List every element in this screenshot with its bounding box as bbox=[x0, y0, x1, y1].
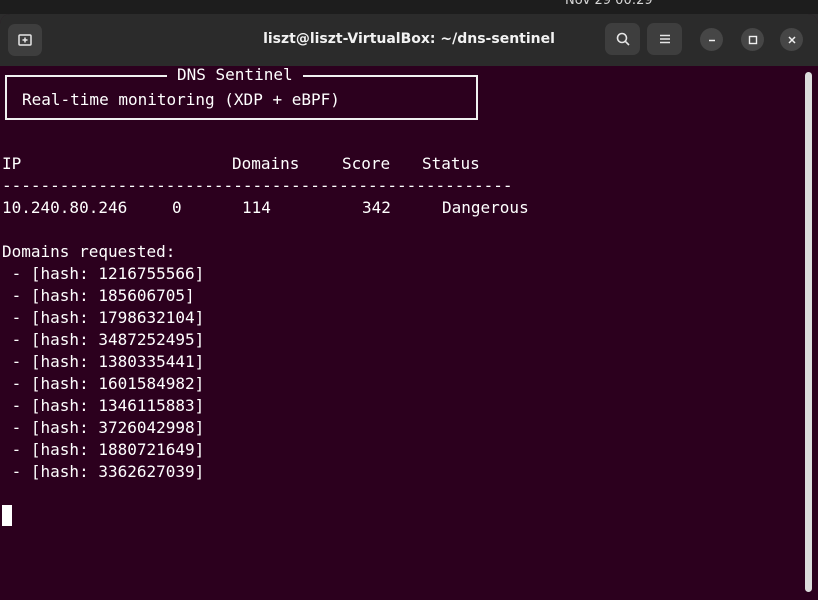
domain-item: - [hash: 1216755566] bbox=[2, 264, 205, 283]
close-icon bbox=[787, 35, 796, 44]
domain-item: - [hash: 3726042998] bbox=[2, 418, 205, 437]
window-title: liszt@liszt-VirtualBox: ~/dns-sentinel bbox=[263, 31, 555, 47]
minimize-icon bbox=[708, 39, 715, 41]
domain-item: - [hash: 1798632104] bbox=[2, 308, 205, 327]
search-button[interactable] bbox=[605, 23, 640, 55]
domain-item: - [hash: 1880721649] bbox=[2, 440, 205, 459]
box-subtitle: Real-time monitoring (XDP + eBPF) bbox=[22, 90, 340, 109]
search-icon bbox=[616, 32, 630, 46]
box-title: DNS Sentinel bbox=[167, 66, 303, 84]
domain-item: - [hash: 185606705] bbox=[2, 286, 195, 305]
title-bar[interactable]: liszt@liszt-VirtualBox: ~/dns-sentinel bbox=[0, 14, 818, 66]
table-separator: ----------------------------------------… bbox=[2, 176, 513, 195]
header-score: Score bbox=[342, 154, 391, 173]
menu-button[interactable] bbox=[647, 23, 682, 55]
domain-item: - [hash: 1380335441] bbox=[2, 352, 205, 371]
scrollbar[interactable] bbox=[805, 72, 812, 592]
header-domains: Domains bbox=[232, 154, 300, 173]
domain-item: - [hash: 1346115883] bbox=[2, 396, 205, 415]
domains-label: Domains requested: bbox=[2, 242, 176, 261]
row-status: Dangerous bbox=[442, 198, 529, 217]
hamburger-menu-icon bbox=[659, 34, 670, 44]
system-top-bar: Nov 29 00:29 bbox=[0, 0, 818, 14]
domain-item: - [hash: 3362627039] bbox=[2, 462, 205, 481]
header-box: DNS Sentinel Real-time monitoring (XDP +… bbox=[5, 66, 478, 120]
minimize-button[interactable] bbox=[700, 28, 723, 51]
header-ip: IP bbox=[2, 154, 22, 173]
terminal-window: liszt@liszt-VirtualBox: ~/dns-sentinel D… bbox=[0, 14, 818, 600]
domain-item: - [hash: 3487252495] bbox=[2, 330, 205, 349]
terminal-area[interactable]: DNS Sentinel Real-time monitoring (XDP +… bbox=[0, 66, 818, 600]
text-cursor bbox=[2, 505, 12, 526]
row-zero: 0 bbox=[172, 198, 182, 217]
header-status: Status bbox=[422, 154, 480, 173]
row-ip: 10.240.80.246 bbox=[2, 198, 128, 217]
maximize-button[interactable] bbox=[741, 28, 764, 51]
row-domains: 114 bbox=[242, 198, 271, 217]
clock[interactable]: Nov 29 00:29 bbox=[565, 0, 653, 8]
close-button[interactable] bbox=[780, 28, 803, 51]
domain-item: - [hash: 1601584982] bbox=[2, 374, 205, 393]
row-score: 342 bbox=[362, 198, 391, 217]
maximize-icon bbox=[748, 35, 757, 44]
